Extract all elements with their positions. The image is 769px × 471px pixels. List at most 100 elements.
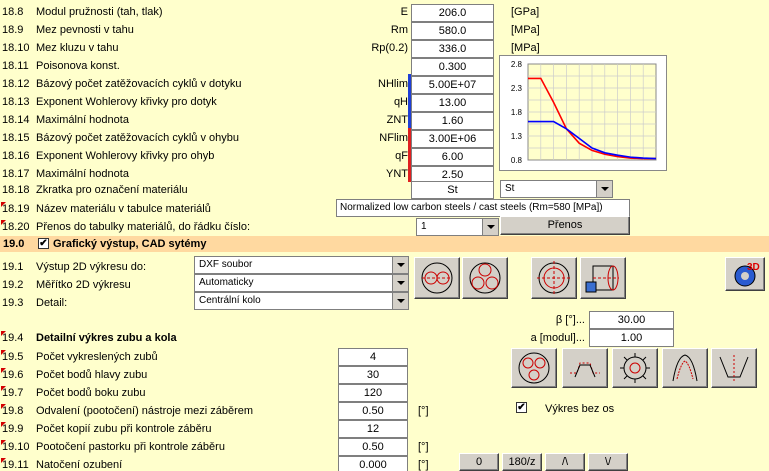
row-number: 18.13 <box>2 96 30 108</box>
row-number-text: 19.11 <box>2 459 29 471</box>
single-gear-icon <box>537 261 571 295</box>
param-label: Exponent Wohlerovy křivky pro ohyb <box>36 150 215 162</box>
param-symbol: YNT <box>386 168 408 180</box>
material-name-field[interactable]: Normalized low carbon steels / cast stee… <box>336 199 630 217</box>
rotate-down-button[interactable]: \/ <box>588 453 628 471</box>
section-number: 19.0 <box>3 238 25 250</box>
transfer-button[interactable]: Přenos <box>500 216 630 235</box>
material-code-dropdown-value: St <box>505 183 515 194</box>
param-value[interactable]: 30 <box>338 366 408 384</box>
transfer-row-dropdown[interactable]: 1 <box>416 218 499 236</box>
param-label: Bázový počet zatěžovacích cyklů v dotyku <box>36 78 242 90</box>
row-number: 19.11 <box>1 458 32 471</box>
scale-2d-dropdown[interactable]: Automaticky <box>194 274 409 292</box>
param-value[interactable]: 206.0 <box>411 4 494 22</box>
param-symbol: qH <box>393 96 408 108</box>
rotate-half-pitch-button[interactable]: 180/z <box>502 453 542 471</box>
tooth-gap-icon <box>719 355 749 381</box>
param-value[interactable]: 120 <box>338 384 408 402</box>
param-value[interactable]: 1.60 <box>411 112 494 130</box>
no-axes-label: Výkres bez os <box>545 403 615 415</box>
output-2d-dropdown[interactable]: DXF soubor <box>194 256 409 274</box>
draw-tooth-gap-button[interactable] <box>711 348 757 388</box>
param-unit: [MPa] <box>511 42 540 54</box>
param-unit: [°] <box>418 441 429 453</box>
detail-drawing-heading: Detailní výkres zubu a kola <box>36 332 177 344</box>
material-code-dropdown[interactable]: St <box>500 180 613 198</box>
svg-text:3D: 3D <box>747 262 760 273</box>
row-number: 18.9 <box>2 24 24 36</box>
param-symbol: NHlim <box>378 78 408 90</box>
no-axes-checkbox[interactable]: ✔ <box>516 402 527 413</box>
tooth-mesh-icon <box>518 352 550 384</box>
chevron-down-icon[interactable] <box>482 219 498 235</box>
chevron-down-icon[interactable] <box>392 275 408 291</box>
module-value[interactable]: 1.00 <box>589 329 674 347</box>
param-value[interactable]: 0.50 <box>338 402 408 420</box>
draw-tooth-profile-button[interactable] <box>562 348 608 388</box>
param-value[interactable]: 580.0 <box>411 22 494 40</box>
row-number: 18.20 <box>1 220 32 233</box>
param-value[interactable]: 0.50 <box>338 438 408 456</box>
row-number: 19.7 <box>1 386 32 399</box>
param-value[interactable]: 336.0 <box>411 40 494 58</box>
param-label: Mez pevnosti v tahu <box>36 24 134 36</box>
row-number-text: 18.20 <box>2 221 30 233</box>
wohler-chart-svg: 2.8 2.3 1.8 1.3 0.8 <box>511 60 657 165</box>
chevron-down-icon[interactable] <box>596 181 612 197</box>
tooth-flank-icon <box>672 354 698 382</box>
param-value[interactable]: 5.00E+07 <box>411 76 494 94</box>
param-value[interactable]: 13.00 <box>411 94 494 112</box>
material-code-cell[interactable]: St <box>411 181 494 199</box>
param-value[interactable]: 4 <box>338 348 408 366</box>
y-tick-label: 0.8 <box>511 156 523 165</box>
draw-gear-wheel-button[interactable] <box>612 348 658 388</box>
param-label: Maximální hodnota <box>36 114 129 126</box>
param-value[interactable]: 12 <box>338 420 408 438</box>
param-value[interactable]: 3.00E+06 <box>411 130 494 148</box>
wohler-chart: 2.8 2.3 1.8 1.3 0.8 <box>499 55 667 171</box>
export-3d-button[interactable]: 3D <box>725 257 765 291</box>
draw-tooth-mesh-button[interactable] <box>511 348 557 388</box>
param-symbol: Rp(0.2) <box>371 42 408 54</box>
beta-value[interactable]: 30.00 <box>589 311 674 329</box>
param-symbol: Rm <box>390 24 408 36</box>
y-tick-label: 1.3 <box>511 132 523 141</box>
row-number: 18.18 <box>2 184 30 196</box>
graphic-output-checkbox[interactable]: ✔ <box>38 238 49 249</box>
row-number: 18.19 <box>1 202 32 215</box>
material-name-label: Název materiálu v tabulce materiálů <box>36 203 211 215</box>
detail-dropdown[interactable]: Centrální kolo <box>194 292 409 310</box>
material-code-label: Zkratka pro označení materiálu <box>36 184 188 196</box>
param-value[interactable]: 0.300 <box>411 58 494 76</box>
row-number: 19.5 <box>1 350 32 363</box>
tooth-profile-icon <box>570 362 600 378</box>
param-label: Maximální hodnota <box>36 168 129 180</box>
param-unit: [GPa] <box>511 6 540 18</box>
chevron-down-icon[interactable] <box>392 257 408 273</box>
chevron-down-icon[interactable] <box>392 293 408 309</box>
param-symbol: NFlim <box>379 132 408 144</box>
draw-gear-pair-button[interactable] <box>414 257 460 299</box>
param-unit: [°] <box>418 405 429 417</box>
draw-single-gear-button[interactable] <box>531 257 577 299</box>
row-number: 19.10 <box>1 440 32 453</box>
detail-value: Centrální kolo <box>199 295 261 306</box>
row-number: 19.2 <box>2 279 24 291</box>
param-label: Počet bodů boku zubu <box>36 387 146 399</box>
draw-tooth-flank-button[interactable] <box>662 348 708 388</box>
gear-3d-icon: 3D <box>734 262 760 287</box>
output-2d-label: Výstup 2D výkresu do: <box>36 261 147 273</box>
draw-planetary-button[interactable] <box>462 257 508 299</box>
param-label: Poisonova konst. <box>36 60 120 72</box>
planetary-icon <box>469 262 501 294</box>
row-number: 18.12 <box>2 78 30 90</box>
y-tick-label: 1.8 <box>511 108 523 117</box>
draw-side-view-button[interactable] <box>580 257 626 299</box>
rotate-zero-button[interactable]: 0 <box>459 453 499 471</box>
param-value[interactable]: 6.00 <box>411 148 494 166</box>
rotate-up-button[interactable]: /\ <box>545 453 585 471</box>
param-value[interactable]: 0.000 <box>338 456 408 471</box>
row-number: 19.1 <box>2 261 24 273</box>
gear-pair-icon <box>421 262 453 294</box>
